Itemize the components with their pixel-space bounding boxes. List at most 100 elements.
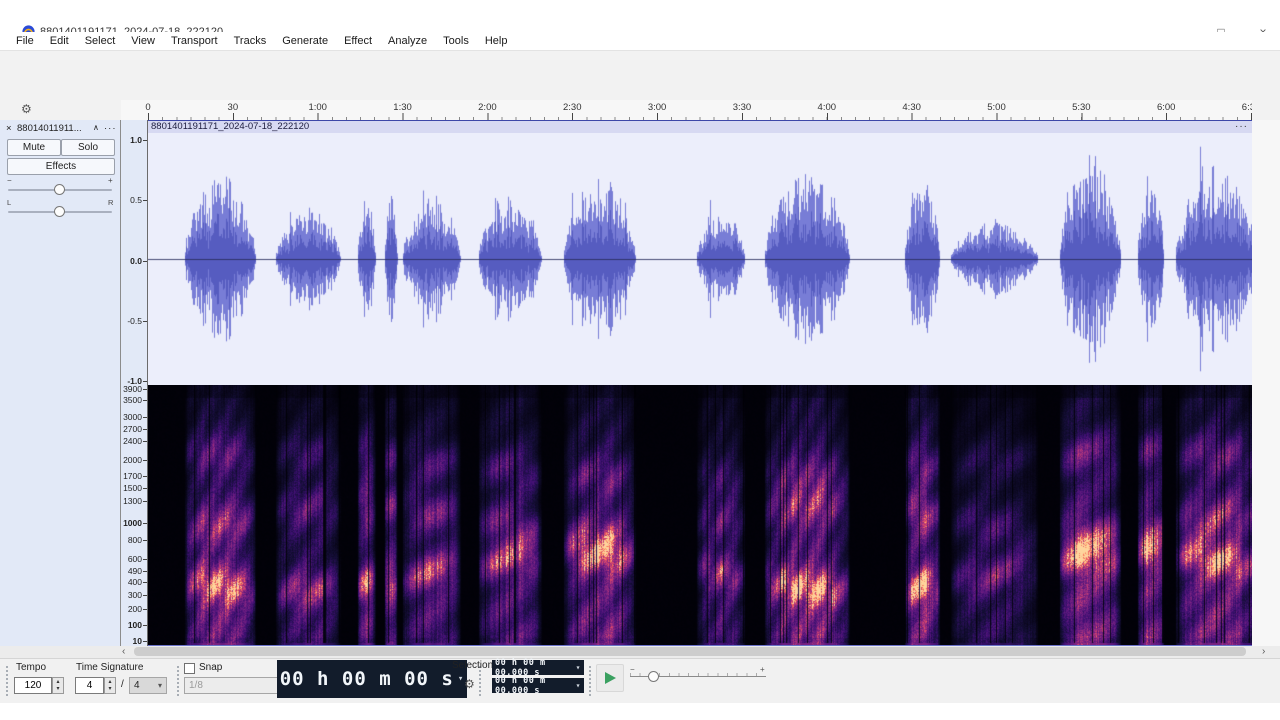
audio-clip: 8801401191171_2024-07-18_222120 ··· [148, 120, 1252, 646]
menu-tools[interactable]: Tools [435, 32, 477, 50]
time-signature-label: Time Signature [76, 662, 143, 673]
toolbar-grip[interactable] [588, 665, 593, 697]
timeline-label: 6:00 [1157, 102, 1176, 113]
ruler-right-spacer [1252, 100, 1280, 121]
spec-ruler-label: 800 [128, 535, 142, 545]
caret-down-icon: ▾ [576, 681, 581, 690]
ruler-tick [143, 625, 147, 626]
ruler-tick [143, 261, 147, 262]
timeline-label: 5:00 [987, 102, 1006, 113]
timeline-options-cell: ⚙ [0, 100, 122, 121]
toolbar-grip[interactable] [5, 665, 10, 697]
timesig-divider: / [121, 679, 124, 690]
ruler-tick [143, 441, 147, 442]
spec-ruler-label: 2000 [123, 455, 142, 465]
menu-tracks[interactable]: Tracks [226, 32, 275, 50]
snap-label: Snap [199, 662, 222, 673]
selection-label: Selection [452, 660, 493, 671]
timesig-spinner[interactable]: ▴▾ [104, 677, 116, 694]
scrollbar-thumb[interactable] [134, 647, 1246, 656]
clip-header[interactable]: 8801401191171_2024-07-18_222120 ··· [148, 120, 1252, 133]
timeline-ruler[interactable]: 0301:001:302:002:303:003:304:004:305:005… [121, 100, 1252, 121]
spec-ruler-label: 300 [128, 590, 142, 600]
snap-checkbox[interactable] [184, 663, 195, 674]
menu-generate[interactable]: Generate [274, 32, 336, 50]
spec-ruler-label: 200 [128, 604, 142, 614]
vertical-scale-ruler[interactable]: 1.00.50.0-0.5-1.039003500300027002400200… [121, 120, 148, 646]
track-menu-icon[interactable]: ··· [104, 123, 117, 134]
track-control-panel: × 88014011911... ∧ ··· Mute Solo Effects… [0, 120, 121, 646]
clip-menu-icon[interactable]: ··· [1235, 121, 1248, 133]
gain-slider-thumb[interactable] [54, 184, 65, 195]
spec-ruler-label: 1000 [123, 518, 142, 528]
menu-file[interactable]: File [8, 32, 42, 50]
wave-ruler-label: 0.5 [130, 195, 142, 205]
play-at-speed-icon [605, 672, 616, 684]
menu-view[interactable]: View [123, 32, 163, 50]
pan-right-label: R [108, 198, 113, 207]
toolbar-grip[interactable] [176, 665, 181, 697]
menu-analyze[interactable]: Analyze [380, 32, 435, 50]
track-close-icon[interactable]: × [6, 123, 12, 134]
vertical-scrollbar-area[interactable] [1252, 120, 1280, 646]
ruler-tick [143, 559, 147, 560]
spec-ruler-label: 10 [133, 636, 142, 646]
menu-help[interactable]: Help [477, 32, 516, 50]
timesig-lower-select[interactable]: 4▾ [129, 677, 167, 694]
ruler-tick [143, 321, 147, 322]
spec-ruler-label: 2700 [123, 424, 142, 434]
timesig-upper-input[interactable] [75, 677, 104, 694]
ruler-tick [143, 140, 147, 141]
spec-ruler-label: 1700 [123, 471, 142, 481]
gain-max-label: + [108, 176, 113, 185]
timeline-label: 1:00 [308, 102, 327, 113]
spec-ruler-label: 2400 [123, 436, 142, 446]
ruler-tick [143, 641, 147, 642]
timeline-ticks [148, 113, 1252, 120]
selection-start-field[interactable]: 00 h 00 m 00.000 s▾ [492, 660, 584, 675]
solo-button[interactable]: Solo [61, 139, 115, 156]
wave-ruler-label: 0.0 [130, 256, 142, 266]
menu-effect[interactable]: Effect [336, 32, 380, 50]
spec-ruler-label: 3900 [123, 384, 142, 394]
menu-select[interactable]: Select [77, 32, 124, 50]
selection-options-gear-icon[interactable]: ⚙ [464, 677, 475, 691]
effects-button[interactable]: Effects [7, 158, 115, 175]
spectrogram-view[interactable] [148, 385, 1252, 645]
spec-ruler-label: 3500 [123, 395, 142, 405]
pan-slider-thumb[interactable] [54, 206, 65, 217]
clip-title: 8801401191171_2024-07-18_222120 [151, 121, 309, 132]
audio-position-display[interactable]: 00 h 00 m 00 s▾ [277, 660, 467, 698]
mute-button[interactable]: Mute [7, 139, 61, 156]
pan-left-label: L [7, 198, 11, 207]
timeline-options-gear-icon[interactable]: ⚙ [21, 102, 32, 116]
timeline-label: 2:30 [563, 102, 582, 113]
menu-transport[interactable]: Transport [163, 32, 226, 50]
timeline-label: 0 [145, 102, 150, 113]
play-at-speed-button[interactable] [596, 664, 624, 692]
ruler-tick [143, 429, 147, 430]
ruler-tick [143, 540, 147, 541]
tempo-input[interactable] [14, 677, 52, 694]
tempo-label: Tempo [16, 662, 46, 673]
menu-edit[interactable]: Edit [42, 32, 77, 50]
wave-ruler-label: -0.5 [127, 316, 142, 326]
tempo-spinner[interactable]: ▴▾ [52, 677, 64, 694]
scroll-left-icon[interactable]: ‹ [122, 646, 125, 658]
main-toolbar: I [0, 50, 1280, 102]
title-bar: 8801401191171_2024-07-18_222120 – □ × [8, 10, 1272, 32]
horizontal-scrollbar[interactable]: ‹ › [0, 646, 1280, 658]
spec-ruler-label: 100 [128, 620, 142, 630]
ruler-tick [143, 582, 147, 583]
ruler-tick [143, 523, 147, 524]
bottom-toolbar: Tempo ▴▾ Time Signature ▴▾ / 4▾ Snap 1/8… [0, 658, 1280, 703]
track-name[interactable]: 88014011911... [17, 123, 82, 134]
selection-end-field[interactable]: 00 h 00 m 00.000 s▾ [492, 678, 584, 693]
scroll-right-icon[interactable]: › [1262, 646, 1265, 658]
speed-slider-thumb[interactable] [648, 671, 659, 682]
ruler-tick [143, 417, 147, 418]
track-collapse-icon[interactable]: ∧ [93, 123, 99, 132]
spec-ruler-label: 600 [128, 554, 142, 564]
timeline-label: 2:00 [478, 102, 497, 113]
waveform-view[interactable] [148, 133, 1252, 385]
